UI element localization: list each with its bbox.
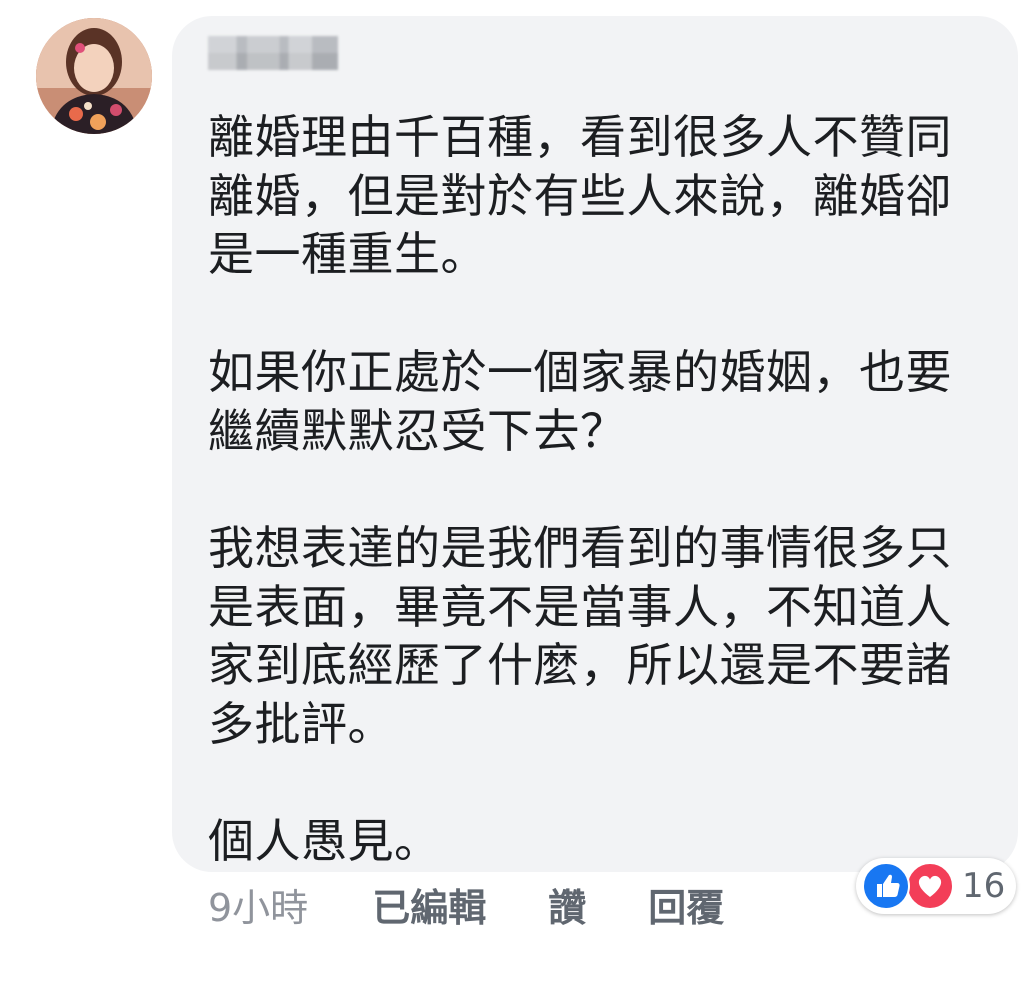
comment-meta: 9小時 已編輯 讚 回覆 bbox=[208, 876, 786, 932]
like-button[interactable]: 讚 bbox=[548, 877, 586, 932]
comment-bubble: ████ 離婚理由千百種，看到很多人不贊同 離婚，但是對於有些人來說，離婚卻 是… bbox=[172, 16, 1018, 872]
reaction-count: 16 bbox=[962, 866, 1006, 906]
timestamp[interactable]: 9小時 bbox=[208, 877, 308, 932]
reactions-summary[interactable]: 16 bbox=[856, 858, 1016, 914]
author-name[interactable]: ████ bbox=[208, 36, 338, 70]
avatar[interactable] bbox=[36, 18, 152, 134]
reply-button[interactable]: 回覆 bbox=[648, 877, 724, 932]
edited-label[interactable]: 已編輯 bbox=[372, 877, 486, 932]
love-icon bbox=[906, 862, 954, 910]
like-icon bbox=[862, 862, 910, 910]
comment-text: 離婚理由千百種，看到很多人不贊同 離婚，但是對於有些人來說，離婚卻 是一種重生。… bbox=[208, 110, 952, 869]
